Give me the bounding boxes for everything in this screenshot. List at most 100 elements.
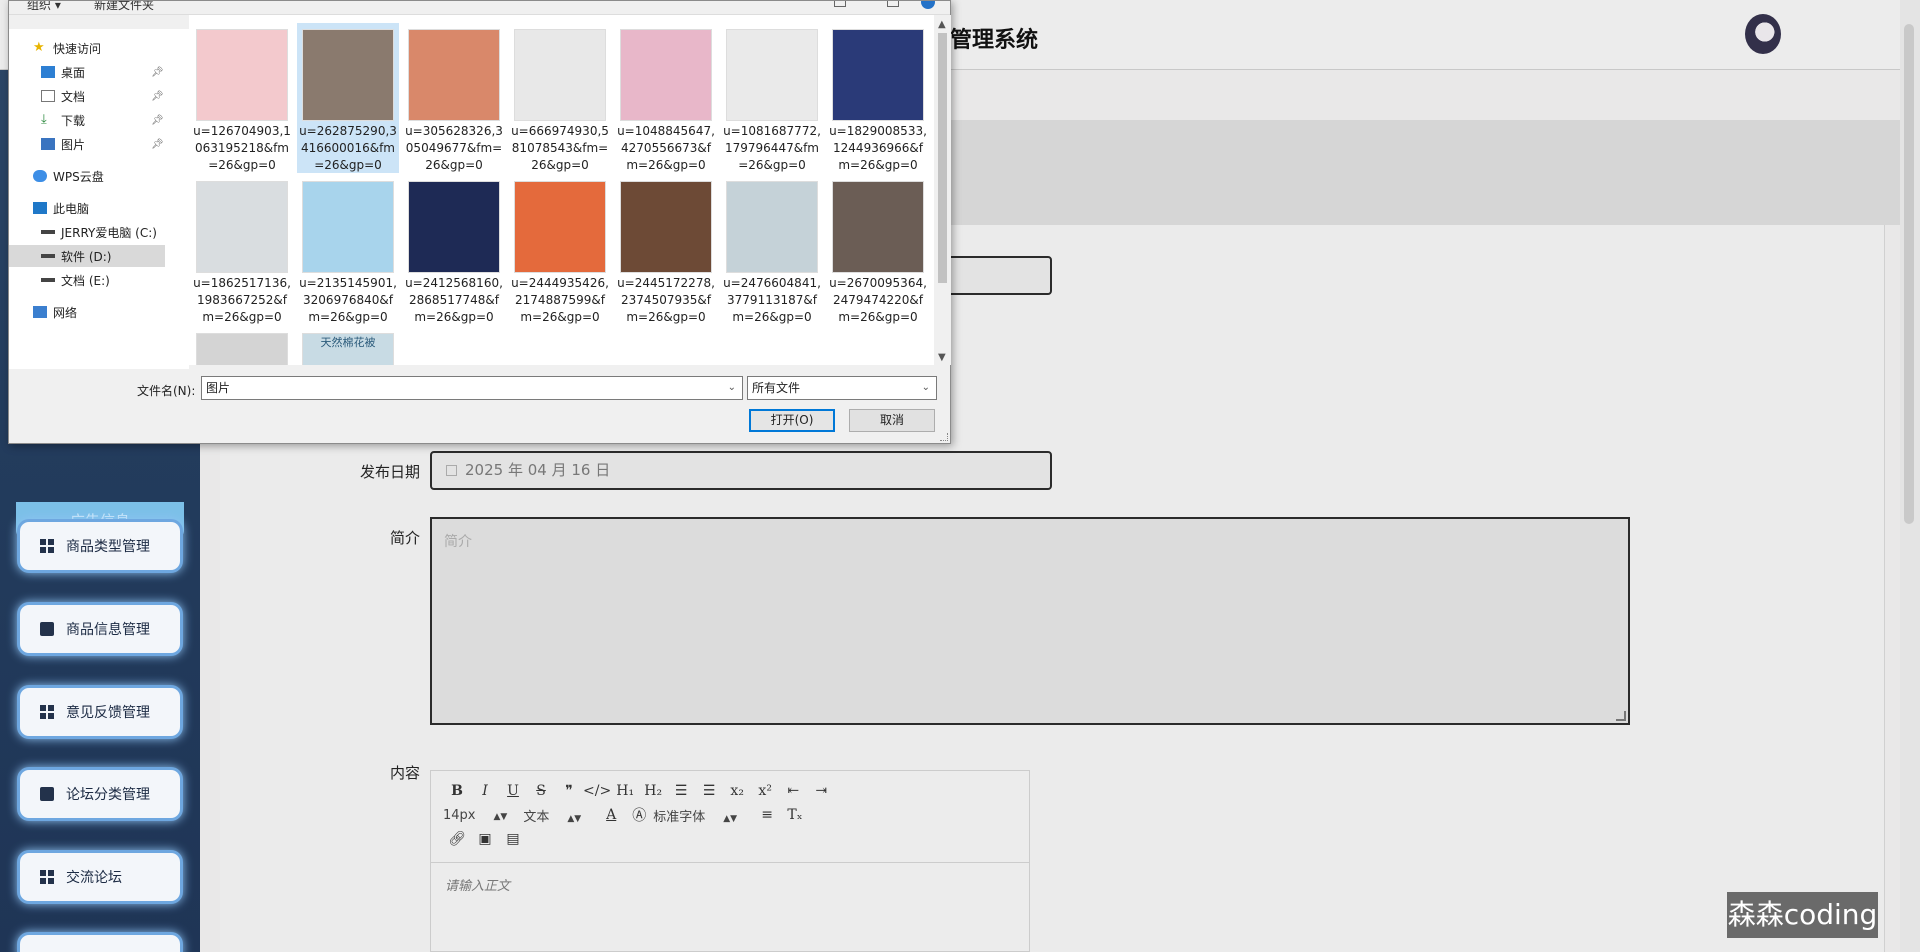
link-icon[interactable]: 🔗︎ — [443, 831, 471, 847]
intro-placeholder: 简介 — [444, 534, 472, 550]
sidebar-item-forum[interactable]: 交流论坛 — [20, 853, 180, 901]
date-label: 发布日期 — [359, 463, 420, 481]
superscript-icon[interactable]: x² — [751, 783, 779, 799]
dialog-resize-grip[interactable] — [940, 433, 948, 441]
nav-drive-d[interactable]: 软件 (D:) — [9, 245, 165, 267]
file-thumbnail — [514, 29, 606, 121]
scroll-up-icon[interactable]: ▲ — [938, 19, 946, 30]
briefcase-icon — [40, 787, 54, 801]
preview-pane-icon[interactable] — [887, 1, 899, 7]
file-thumbnail — [302, 29, 394, 121]
computer-icon — [33, 202, 47, 214]
calendar-icon — [446, 465, 457, 476]
file-item[interactable]: u=305628326,305049677&fm=26&gp=0 — [403, 23, 505, 173]
align-icon[interactable]: ≡ — [753, 807, 781, 823]
file-list-scrollbar[interactable]: ▲ ▼ — [934, 15, 951, 365]
font-color-icon[interactable]: A — [597, 807, 625, 823]
page-scroll-thumb[interactable] — [1904, 24, 1914, 524]
grid-icon — [40, 539, 54, 553]
file-item[interactable]: u=2412568160,2868517748&fm=26&gp=0 — [403, 175, 505, 325]
nav-documents[interactable]: 文档 📌︎ — [9, 85, 189, 107]
file-list-scroll-thumb[interactable] — [938, 33, 947, 283]
sidebar-item-feedback[interactable]: 意见反馈管理 — [20, 688, 180, 736]
star-icon: ★ — [33, 40, 45, 55]
bold-icon[interactable]: B — [443, 783, 471, 799]
ordered-list-icon[interactable]: ☰ — [667, 783, 695, 799]
nav-drive-c[interactable]: JERRY爱电脑 (C:) — [9, 221, 189, 243]
file-thumbnail — [726, 29, 818, 121]
font-family-select[interactable]: 标准字体 ▲▼ — [653, 806, 737, 825]
code-icon[interactable]: </> — [583, 783, 611, 799]
view-options-icon[interactable] — [834, 1, 846, 7]
file-open-dialog: 组织 ▾ 新建文件夹 ★ 快速访问 桌面 📌︎ 文档 📌︎ ⤓ 下载 📌︎ 图片 📌︎ WP… — [8, 0, 951, 444]
sidebar-item-product-info[interactable]: 商品信息管理 — [20, 605, 180, 653]
quote-icon[interactable]: ❞ — [555, 783, 583, 799]
file-item[interactable]: u=1829008533,1244936966&fm=26&gp=0 — [827, 23, 929, 173]
underline-icon[interactable]: U — [499, 783, 527, 799]
nav-network[interactable]: 网络 — [9, 301, 189, 323]
file-item[interactable]: u=2670095364,2479474220&fm=26&gp=0 — [827, 175, 929, 325]
nav-this-pc[interactable]: 此电脑 — [9, 197, 189, 219]
file-thumbnail — [408, 181, 500, 273]
font-size-select[interactable]: 14px ▲▼ — [443, 808, 507, 823]
cancel-button[interactable]: 取消 — [849, 409, 935, 432]
new-folder-button[interactable]: 新建文件夹 — [94, 1, 154, 13]
page-scrollbar[interactable] — [1900, 0, 1920, 952]
file-item[interactable]: u=262875290,3416600016&fm=26&gp=0 — [297, 23, 399, 173]
chevron-down-icon[interactable]: ⌄ — [922, 377, 930, 399]
file-item[interactable]: u=2445172278,2374507935&fm=26&gp=0 — [615, 175, 717, 325]
filename-input[interactable]: 图片 ⌄ — [201, 376, 743, 400]
editor-body[interactable]: 请输入正文 — [431, 863, 1029, 906]
resize-grip-icon[interactable] — [1616, 711, 1626, 721]
subscript-icon[interactable]: x₂ — [723, 783, 751, 799]
strike-icon[interactable]: S — [527, 783, 555, 799]
file-thumbnail — [196, 333, 288, 365]
nav-downloads[interactable]: ⤓ 下载 📌︎ — [9, 109, 189, 131]
chevron-down-icon[interactable]: ⌄ — [728, 377, 736, 399]
rich-text-editor: B I U S ❞ </> H₁ H₂ ☰ ☰ x₂ x² ⇤ ⇥ 14px ▲▼… — [430, 770, 1030, 952]
sidebar-item-partial[interactable] — [20, 935, 180, 952]
h2-icon[interactable]: H₂ — [639, 783, 667, 799]
open-button[interactable]: 打开(O) — [749, 409, 835, 432]
h1-icon[interactable]: H₁ — [611, 783, 639, 799]
file-item[interactable]: u=2444935426,2174887599&fm=26&gp=0 — [509, 175, 611, 325]
editor-toolbar: B I U S ❞ </> H₁ H₂ ☰ ☰ x₂ x² ⇤ ⇥ 14px ▲▼… — [431, 771, 1029, 863]
file-item[interactable]: u=1081687772,179796447&fm=26&gp=0 — [721, 23, 823, 173]
pin-icon: 📌︎ — [151, 114, 164, 126]
nav-desktop[interactable]: 桌面 📌︎ — [9, 61, 189, 83]
nav-drive-e[interactable]: 文档 (E:) — [9, 269, 189, 291]
bullet-list-icon[interactable]: ☰ — [695, 783, 723, 799]
scroll-down-icon[interactable]: ▼ — [938, 352, 946, 363]
user-avatar[interactable] — [1745, 14, 1781, 54]
nav-quick-access[interactable]: ★ 快速访问 — [9, 37, 189, 59]
wallet-icon — [40, 622, 54, 636]
italic-icon[interactable]: I — [471, 783, 499, 799]
help-icon[interactable] — [921, 1, 935, 9]
file-item[interactable]: u=2135145901,3206976840&fm=26&gp=0 — [297, 175, 399, 325]
file-item[interactable] — [191, 327, 293, 365]
file-thumbnail — [514, 181, 606, 273]
sidebar-item-forum-category[interactable]: 论坛分类管理 — [20, 770, 180, 818]
intro-textarea[interactable]: 简介 — [430, 517, 1630, 725]
paragraph-select[interactable]: 文本 ▲▼ — [523, 806, 581, 825]
filetype-select[interactable]: 所有文件 ⌄ — [747, 376, 937, 400]
file-item[interactable]: u=126704903,1063195218&fm=26&gp=0 — [191, 23, 293, 173]
sidebar-item-product-type[interactable]: 商品类型管理 — [20, 522, 180, 570]
file-item[interactable]: u=2476604841,3779113187&fm=26&gp=0 — [721, 175, 823, 325]
indent-icon[interactable]: ⇥ — [807, 783, 835, 799]
clear-format-icon[interactable]: Tₓ — [781, 807, 809, 823]
file-item[interactable]: u=1862517136,1983667252&fm=26&gp=0 — [191, 175, 293, 325]
video-icon[interactable]: ▤ — [499, 831, 527, 847]
drive-icon — [41, 254, 55, 258]
image-icon[interactable]: ▣ — [471, 831, 499, 847]
organize-menu[interactable]: 组织 ▾ — [27, 1, 61, 13]
outdent-icon[interactable]: ⇤ — [779, 783, 807, 799]
pin-icon: 📌︎ — [151, 66, 164, 78]
nav-wps-cloud[interactable]: WPS云盘 — [9, 165, 189, 187]
file-item[interactable]: u=1048845647,4270556673&fm=26&gp=0 — [615, 23, 717, 173]
background-color-icon[interactable]: Ⓐ — [625, 805, 653, 825]
nav-pictures[interactable]: 图片 📌︎ — [9, 133, 189, 155]
file-item[interactable]: 天然棉花被 — [297, 327, 399, 365]
date-picker[interactable]: 2025 年 04 月 16 日 — [430, 451, 1052, 490]
file-item[interactable]: u=666974930,581078543&fm=26&gp=0 — [509, 23, 611, 173]
